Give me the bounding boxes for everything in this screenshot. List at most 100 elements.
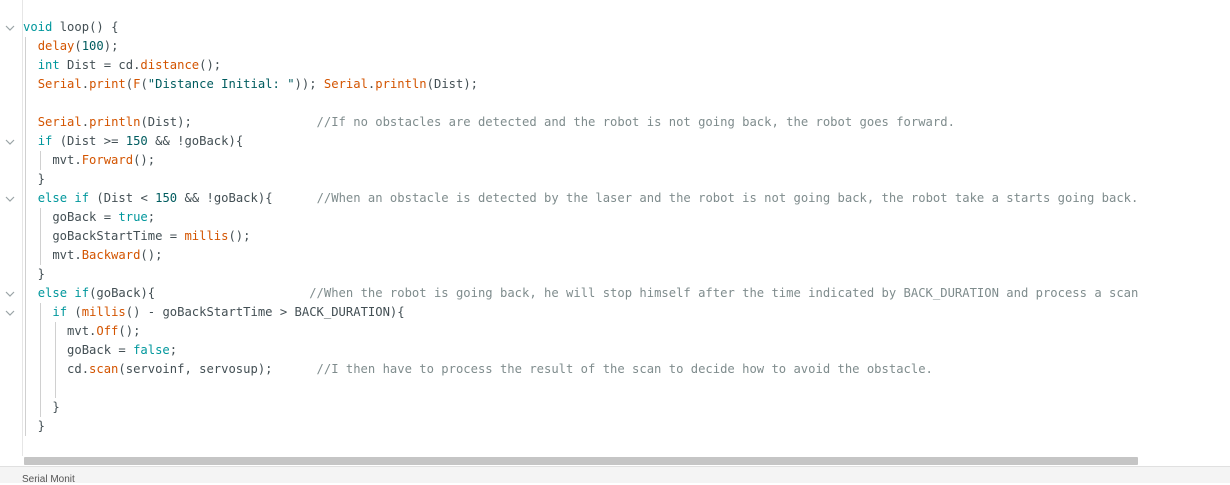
code-token: )); bbox=[294, 77, 324, 91]
code-token: (goBack){ bbox=[89, 286, 310, 300]
code-line[interactable]: if (millis() - goBackStartTime > BACK_DU… bbox=[23, 303, 405, 322]
code-token: scan bbox=[89, 362, 119, 376]
serial-monitor-tab[interactable]: Serial Monit bbox=[22, 474, 75, 485]
code-editor[interactable]: void loop() { delay(100); int Dist = cd.… bbox=[0, 0, 1230, 456]
code-token: if bbox=[74, 286, 90, 300]
code-token: (); bbox=[118, 324, 141, 338]
code-token: delay bbox=[37, 39, 75, 53]
code-line[interactable]: int Dist = cd.distance(); bbox=[23, 56, 221, 75]
code-token: () { bbox=[89, 20, 119, 34]
code-line[interactable]: if (Dist >= 150 && !goBack){ bbox=[23, 132, 243, 151]
code-token: //If no obstacles are detected and the r… bbox=[316, 115, 955, 129]
code-token: (Dist >= bbox=[52, 134, 126, 148]
code-token: true bbox=[118, 210, 148, 224]
code-line[interactable]: } bbox=[23, 170, 45, 189]
code-token: Serial bbox=[323, 77, 368, 91]
code-token: void bbox=[23, 20, 53, 34]
code-line[interactable]: mvt.Backward(); bbox=[23, 246, 162, 265]
code-token: mvt. bbox=[23, 248, 82, 262]
code-token: //When the robot is going back, he will … bbox=[309, 286, 1139, 300]
code-token: int bbox=[37, 58, 60, 72]
code-token: () - goBackStartTime > BACK_DURATION){ bbox=[125, 305, 405, 319]
code-token: if bbox=[37, 134, 53, 148]
code-token: ( bbox=[125, 77, 134, 91]
code-token: print bbox=[89, 77, 126, 91]
code-token: if bbox=[52, 305, 68, 319]
code-line[interactable]: goBackStartTime = millis(); bbox=[23, 227, 250, 246]
code-token: (); bbox=[199, 58, 222, 72]
code-token: println bbox=[89, 115, 141, 129]
editor-gutter bbox=[0, 0, 23, 456]
code-token: goBackStartTime = bbox=[23, 229, 185, 243]
code-token: millis bbox=[81, 305, 126, 319]
code-token: ( bbox=[140, 77, 148, 91]
code-token: (); bbox=[133, 153, 156, 167]
code-token: (Dist < bbox=[89, 191, 156, 205]
code-line[interactable]: void loop() { bbox=[23, 18, 118, 37]
code-token: (Dist); bbox=[426, 77, 479, 91]
code-line[interactable]: goBack = false; bbox=[23, 341, 177, 360]
code-token: } bbox=[23, 172, 46, 186]
fold-chevron-icon[interactable] bbox=[5, 309, 15, 317]
code-line[interactable]: } bbox=[23, 265, 45, 284]
code-line[interactable]: mvt.Forward(); bbox=[23, 151, 155, 170]
code-token: 150 bbox=[155, 191, 178, 205]
code-token: "Distance Initial: " bbox=[147, 77, 295, 91]
fold-chevron-icon[interactable] bbox=[5, 290, 15, 298]
code-token: Serial bbox=[37, 77, 82, 91]
code-token: Serial bbox=[37, 115, 82, 129]
code-token: else bbox=[37, 286, 68, 300]
code-line[interactable]: mvt.Off(); bbox=[23, 322, 140, 341]
code-token: goBack = bbox=[23, 343, 134, 357]
code-token: ( bbox=[74, 39, 82, 53]
code-token: println bbox=[375, 77, 427, 91]
code-token: . bbox=[81, 115, 90, 129]
fold-chevron-icon[interactable] bbox=[5, 138, 15, 146]
code-token: loop bbox=[59, 20, 90, 34]
code-token: ( bbox=[67, 305, 82, 319]
fold-chevron-icon[interactable] bbox=[5, 24, 15, 32]
code-token: Off bbox=[96, 324, 119, 338]
code-token: && !goBack){ bbox=[177, 191, 317, 205]
code-line[interactable]: else if(goBack){ //When the robot is goi… bbox=[23, 284, 1139, 303]
code-token: Dist = cd. bbox=[59, 58, 141, 72]
code-line[interactable]: delay(100); bbox=[23, 37, 119, 56]
code-token: mvt. bbox=[23, 153, 82, 167]
code-token: (); bbox=[228, 229, 251, 243]
code-token: else bbox=[37, 191, 68, 205]
code-token: distance bbox=[140, 58, 200, 72]
code-line[interactable]: } bbox=[23, 398, 59, 417]
code-token: } bbox=[23, 267, 46, 281]
code-token: ; bbox=[169, 343, 178, 357]
code-line[interactable]: else if (Dist < 150 && !goBack){ //When … bbox=[23, 189, 1139, 208]
code-token: (); bbox=[140, 248, 163, 262]
fold-chevron-icon[interactable] bbox=[5, 195, 15, 203]
code-line[interactable]: goBack = true; bbox=[23, 208, 155, 227]
horizontal-scrollbar-thumb[interactable] bbox=[24, 457, 1138, 465]
code-token: 100 bbox=[81, 39, 104, 53]
code-line[interactable]: } bbox=[23, 417, 45, 436]
code-line[interactable]: Serial.print(F("Distance Initial: ")); S… bbox=[23, 75, 478, 94]
code-token: false bbox=[133, 343, 170, 357]
code-token: ); bbox=[103, 39, 119, 53]
bottom-panel-tabbar: Serial Monit bbox=[0, 466, 1230, 485]
code-token: && !goBack){ bbox=[147, 134, 244, 148]
code-line[interactable]: Serial.println(Dist); //If no obstacles … bbox=[23, 113, 955, 132]
code-token: Backward bbox=[81, 248, 141, 262]
code-token: //When an obstacle is detected by the la… bbox=[316, 191, 1139, 205]
code-token: ; bbox=[147, 210, 156, 224]
code-token: . bbox=[81, 77, 90, 91]
code-token: (Dist); bbox=[140, 115, 317, 129]
code-token: //I then have to process the result of t… bbox=[316, 362, 933, 376]
code-line[interactable]: cd.scan(servoinf, servosup); //I then ha… bbox=[23, 360, 933, 379]
code-token: (servoinf, servosup); bbox=[118, 362, 317, 376]
